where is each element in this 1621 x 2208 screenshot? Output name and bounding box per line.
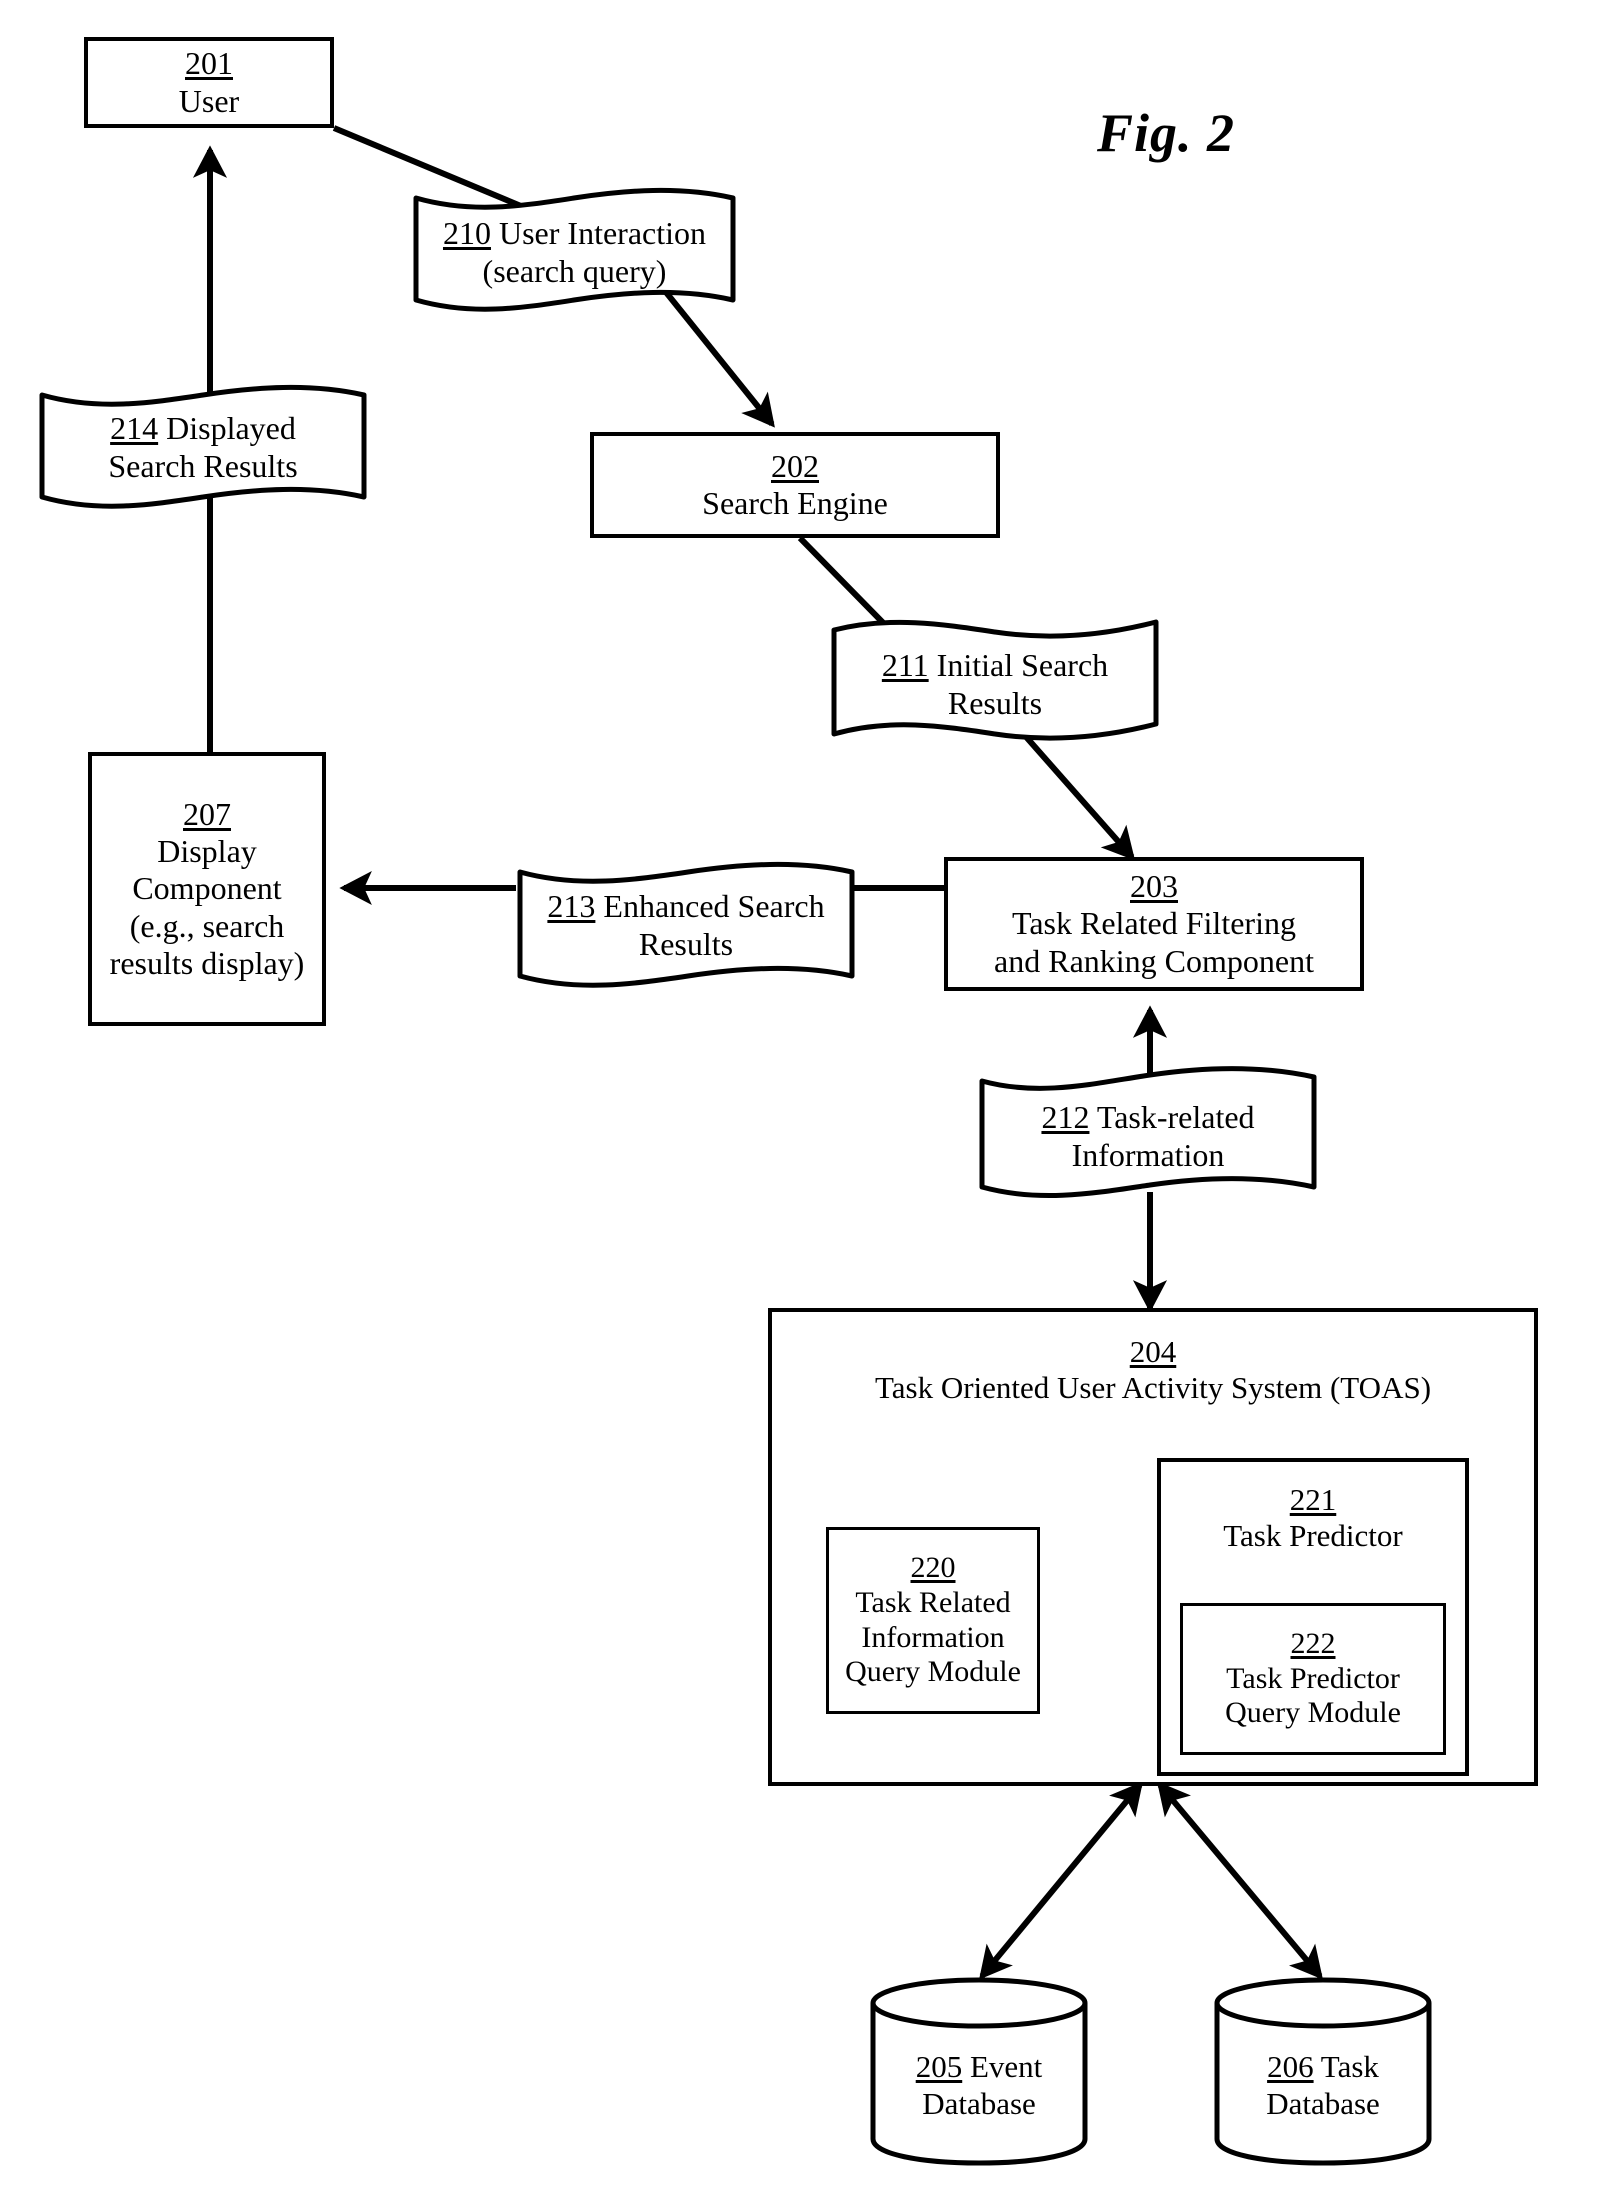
flow-enhanced-search-results-line1: 213 Enhanced Search — [547, 888, 825, 925]
node-user[interactable]: 201 User — [84, 37, 334, 128]
node-user-label: User — [178, 82, 240, 119]
node-display-component-line1: Display — [157, 833, 257, 870]
node-display-component-line4: results display) — [109, 944, 305, 981]
node-event-database[interactable]: 205 Event Database — [868, 1976, 1090, 2166]
flow-task-related-information-line1: 212 Task-related — [1041, 1099, 1255, 1136]
flow-initial-search-results-line1: 211 Initial Search — [881, 646, 1109, 683]
node-220-line2: Information — [861, 1620, 1005, 1654]
flow-displayed-search-results-line1: 214 Displayed — [110, 409, 296, 446]
flow-task-related-information[interactable]: 212 Task-related Information — [978, 1065, 1318, 1198]
node-222-ref: 222 — [1290, 1626, 1336, 1660]
node-search-engine-label: Search Engine — [702, 485, 888, 521]
node-220-line3: Query Module — [845, 1655, 1021, 1689]
flow-user-interaction-line2: (search query) — [482, 252, 667, 289]
node-toas-label: Task Oriented User Activity System (TOAS… — [874, 1369, 1432, 1405]
node-205-line2: Database — [922, 2086, 1036, 2121]
node-task-related-information-query-module[interactable]: 220 Task Related Information Query Modul… — [826, 1527, 1040, 1714]
node-display-component-ref: 207 — [183, 796, 231, 833]
flow-initial-search-results-line2: Results — [947, 684, 1043, 721]
figure-title: Fig. 2 — [1097, 103, 1236, 163]
edge-toas-to-event-db — [979, 1781, 1143, 1980]
node-task-related-filtering[interactable]: 203 Task Related Filtering and Ranking C… — [944, 857, 1364, 991]
node-display-component-line2: Component — [132, 870, 282, 907]
patent-figure-2: Fig. 2 201 User 210 User Interaction (se… — [0, 0, 1621, 2208]
node-222-line2: Query Module — [1225, 1696, 1401, 1730]
node-221-label: Task Predictor — [1223, 1517, 1403, 1553]
flow-user-interaction-line1: 210 User Interaction — [442, 214, 706, 251]
flow-enhanced-search-results[interactable]: 213 Enhanced Search Results — [516, 858, 856, 988]
node-user-ref: 201 — [185, 45, 233, 82]
flow-user-interaction[interactable]: 210 User Interaction (search query) — [412, 187, 737, 312]
node-206-line2: Database — [1266, 2086, 1380, 2121]
flow-enhanced-search-results-line2: Results — [638, 926, 734, 962]
node-task-database[interactable]: 206 Task Database — [1212, 1976, 1434, 2166]
node-display-component-line3: (e.g., search — [129, 907, 285, 944]
connector-layer — [192, 125, 1538, 1980]
node-toas-ref: 204 — [1129, 1334, 1177, 1369]
node-task-related-filtering-ref: 203 — [1130, 868, 1178, 905]
node-220-line1: Task Related — [855, 1585, 1011, 1619]
node-search-engine-ref: 202 — [771, 447, 819, 484]
node-task-related-filtering-line1: Task Related Filtering — [1012, 905, 1296, 942]
flow-initial-search-results[interactable]: 211 Initial Search Results — [830, 618, 1160, 741]
edge-toas-to-task-db — [1157, 1781, 1323, 1980]
flow-displayed-search-results[interactable]: 214 Displayed Search Results — [38, 383, 368, 509]
node-task-predictor-query-module[interactable]: 222 Task Predictor Query Module — [1180, 1603, 1446, 1755]
flow-displayed-search-results-line2: Search Results — [108, 447, 298, 484]
node-search-engine[interactable]: 202 Search Engine — [590, 432, 1000, 538]
node-205-line1: 205 Event — [915, 2048, 1043, 2084]
edge-initial-results-to-filtering — [1017, 728, 1136, 861]
node-222-line1: Task Predictor — [1226, 1661, 1400, 1695]
node-display-component[interactable]: 207 Display Component (e.g., search resu… — [88, 752, 326, 1026]
node-206-line1: 206 Task — [1267, 2048, 1379, 2084]
node-task-related-filtering-line2: and Ranking Component — [994, 942, 1314, 979]
flow-task-related-information-line2: Information — [1071, 1137, 1225, 1173]
node-221-ref: 221 — [1289, 1482, 1337, 1517]
node-220-ref: 220 — [910, 1550, 956, 1584]
